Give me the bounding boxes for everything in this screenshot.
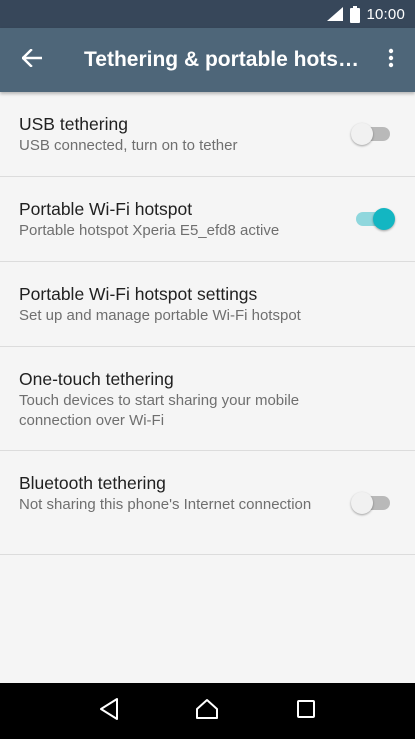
status-bar: 10:00 bbox=[0, 0, 415, 28]
page-title: Tethering & portable hotspot bbox=[84, 48, 367, 71]
bluetooth-tethering-toggle[interactable] bbox=[351, 491, 391, 515]
battery-icon bbox=[350, 5, 361, 23]
recents-icon bbox=[296, 699, 316, 724]
setting-wifi-hotspot-settings[interactable]: Portable Wi-Fi hotspot settings Set up a… bbox=[0, 262, 415, 347]
back-icon bbox=[98, 697, 120, 726]
usb-tethering-toggle[interactable] bbox=[351, 122, 391, 146]
setting-subtitle: Portable hotspot Xperia E5_efd8 active bbox=[19, 222, 280, 239]
setting-subtitle: USB connected, turn on to tether bbox=[19, 137, 238, 154]
setting-subtitle: Set up and manage portable Wi-Fi hotspot bbox=[19, 307, 301, 324]
nav-recents-button[interactable] bbox=[284, 689, 328, 733]
setting-usb-tethering[interactable]: USB tethering USB connected, turn on to … bbox=[0, 92, 415, 177]
setting-title: One-touch tethering bbox=[19, 369, 174, 389]
setting-subtitle: Touch devices to start sharing your mobi… bbox=[19, 392, 300, 429]
overflow-menu-button[interactable] bbox=[367, 28, 415, 92]
setting-bluetooth-tethering[interactable]: Bluetooth tethering Not sharing this pho… bbox=[0, 451, 415, 555]
app-bar: Tethering & portable hotspot bbox=[0, 28, 415, 92]
setting-title: USB tethering bbox=[19, 114, 128, 134]
signal-icon bbox=[326, 6, 344, 22]
setting-title: Portable Wi-Fi hotspot settings bbox=[19, 284, 258, 304]
navigation-bar bbox=[0, 683, 415, 739]
home-icon bbox=[195, 698, 219, 725]
nav-back-button[interactable] bbox=[87, 689, 131, 733]
status-time: 10:00 bbox=[366, 5, 405, 23]
arrow-back-icon bbox=[21, 47, 43, 72]
setting-portable-wifi-hotspot[interactable]: Portable Wi-Fi hotspot Portable hotspot … bbox=[0, 177, 415, 262]
setting-title: Portable Wi-Fi hotspot bbox=[19, 199, 193, 219]
setting-one-touch-tethering[interactable]: One-touch tethering Touch devices to sta… bbox=[0, 347, 415, 451]
more-vert-icon bbox=[388, 48, 394, 73]
setting-subtitle: Not sharing this phone's Internet connec… bbox=[19, 496, 312, 513]
wifi-hotspot-toggle[interactable] bbox=[355, 207, 395, 231]
back-button[interactable] bbox=[0, 28, 64, 92]
nav-home-button[interactable] bbox=[185, 689, 229, 733]
setting-title: Bluetooth tethering bbox=[19, 473, 166, 493]
settings-list: USB tethering USB connected, turn on to … bbox=[0, 92, 415, 555]
